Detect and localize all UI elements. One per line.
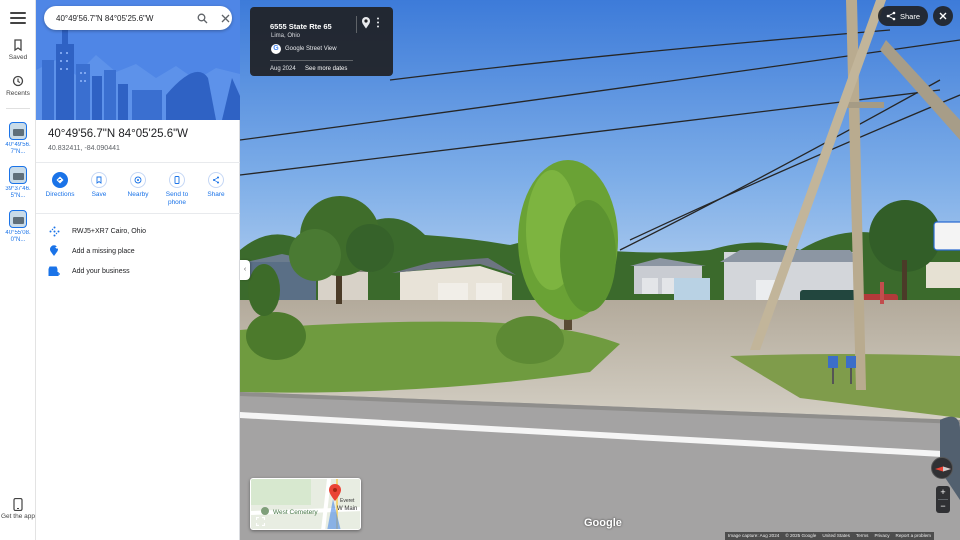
close-icon[interactable] [220,11,233,25]
add-business-text: Add your business [72,267,130,275]
save-button[interactable]: Save [81,172,117,207]
capture-date: Aug 2024 [270,66,296,72]
divider [36,213,240,214]
send-to-phone-label: Send to phone [165,191,189,206]
add-business-row[interactable]: Add your business [48,264,130,278]
recent-item[interactable]: 40°49'56.7"N... [2,122,34,170]
place-panel: 40°49'56.7"N 84°05'25.6"W 40.832411, -84… [36,0,240,540]
minimap-place-label: Everet [340,498,355,504]
search-icon[interactable] [196,11,209,25]
privacy-link[interactable]: Privacy [871,532,892,540]
region-link[interactable]: United States [819,532,853,540]
minimap-cemetery-label: West Cemetery [273,509,318,516]
send-to-phone-button[interactable]: Send to phone [159,172,195,207]
street-view[interactable]: 6555 State Rte 65 Lima, Ohio G Google St… [240,0,960,540]
location-pin-icon[interactable] [361,16,371,29]
add-business-icon [48,265,60,277]
bookmark-icon [96,176,102,184]
minimap[interactable]: West Cemetery W Main Everet [250,478,361,530]
save-label: Save [91,191,107,198]
divider [356,16,357,33]
close-icon [939,12,947,20]
plus-code-icon [48,225,60,237]
plus-code-text: RWJ5+XR7 Cairo, Ohio [72,227,146,235]
place-title: 40°49'56.7"N 84°05'25.6"W [48,128,189,140]
action-bar: Directions Save Nearby Send to phone Sha… [42,172,234,207]
nearby-button[interactable]: Nearby [120,172,156,207]
zoom-out-button[interactable]: − [936,500,950,513]
more-options-icon[interactable] [376,17,380,28]
minimap-map [251,479,360,529]
saved-label: Saved [8,54,28,61]
share-icon [886,11,896,21]
search-box [44,6,232,30]
nearby-label: Nearby [127,191,149,198]
recents-label: Recents [6,90,30,97]
recents-button[interactable]: Recents [0,74,36,97]
close-street-view-button[interactable] [933,6,953,26]
get-app-label: Get the app [1,513,35,520]
search-input[interactable] [56,13,166,23]
report-problem-link[interactable]: Report a problem [893,532,935,540]
nearby-icon [134,176,142,184]
add-missing-place-text: Add a missing place [72,247,135,255]
directions-icon [56,176,64,184]
add-location-icon [48,245,60,257]
street-view-address: 6555 State Rte 65 [270,22,332,31]
menu-icon[interactable] [10,12,26,26]
divider [270,60,353,61]
terms-link[interactable]: Terms [853,532,872,540]
share-label: Share [207,191,225,198]
street-view-city: Lima, Ohio [271,33,301,39]
street-view-share-button[interactable]: Share [878,6,928,26]
divider [36,162,240,163]
copyright: © 2025 Google [785,533,817,538]
chevron-left-icon: ‹ [243,266,247,273]
get-app-button[interactable]: Get the app [0,498,36,521]
capture-info: Image capture: Aug 2024 [728,533,780,538]
recent-label: 40°55'08.0"N... [5,230,31,243]
share-button[interactable]: Share [198,172,234,207]
phone-icon [13,498,23,511]
add-missing-place-row[interactable]: Add a missing place [48,244,135,258]
compass-icon [935,466,951,472]
left-rail: Saved Recents 40°49'56.7"N... 39°37'46.5… [0,0,36,540]
recent-thumbnail [9,166,27,184]
phone-icon [174,176,180,184]
street-view-info-card: 6555 State Rte 65 Lima, Ohio G Google St… [250,7,393,76]
recent-item[interactable]: 40°55'08.0"N... [2,210,34,258]
saved-button[interactable]: Saved [0,38,36,61]
zoom-in-button[interactable]: + [936,486,950,499]
rail-divider [6,108,30,109]
directions-button[interactable]: Directions [42,172,78,207]
history-icon [12,75,24,87]
minimap-road-label: W Main [337,506,358,512]
recent-thumbnail [9,210,27,228]
recent-thumbnail [9,122,27,140]
street-view-image[interactable] [240,0,960,540]
plus-code-row[interactable]: RWJ5+XR7 Cairo, Ohio [48,224,146,238]
place-coordinates: 40.832411, -84.090441 [48,145,120,152]
bookmark-icon [14,39,22,52]
directions-label: Directions [45,191,75,198]
street-view-source-label: Google Street View [285,46,337,52]
google-g-icon: G [271,44,281,54]
google-logo: Google [584,517,622,529]
expand-icon[interactable] [256,517,265,526]
attribution-footer: Image capture: Aug 2024 © 2025 Google Un… [725,532,934,540]
share-label: Share [899,11,920,21]
share-icon [213,176,219,184]
see-more-dates-link[interactable]: See more dates [305,66,347,72]
compass-button[interactable] [931,457,953,479]
recent-item[interactable]: 39°37'46.5"N... [2,166,34,214]
collapse-panel-button[interactable]: ‹ [240,260,250,280]
zoom-control: + − [936,486,950,513]
street-view-source: G Google Street View [271,44,337,54]
